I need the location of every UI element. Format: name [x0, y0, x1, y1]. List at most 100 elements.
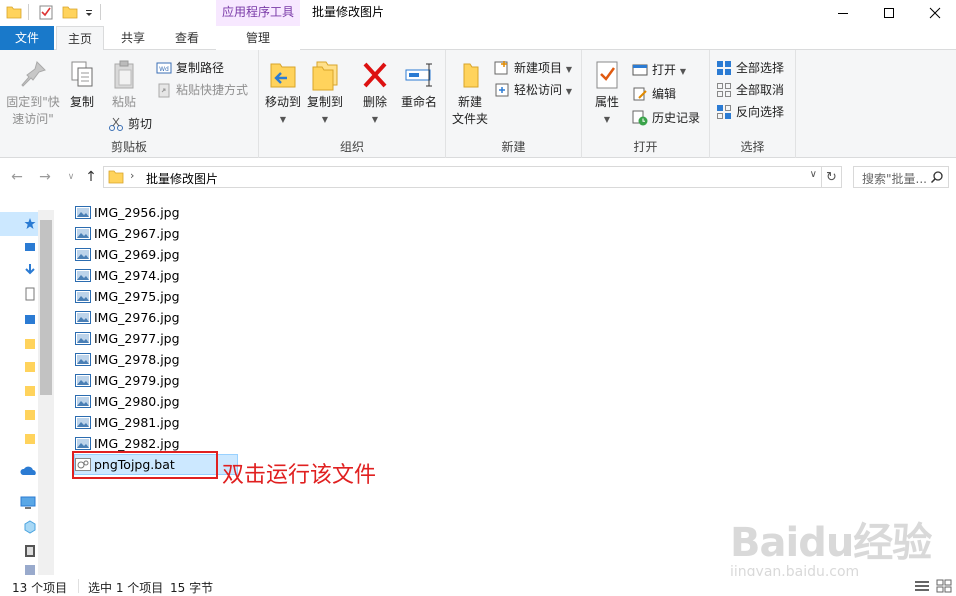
pin-quick-access-button[interactable]: 固定到"快速访问" [4, 58, 62, 128]
list-item[interactable]: IMG_2979.jpg [74, 370, 224, 391]
select-none-button[interactable]: 全部取消 [716, 80, 784, 100]
search-icon[interactable] [930, 170, 944, 184]
properties-icon [591, 58, 623, 92]
move-to-button[interactable]: 移动到 ▼ [263, 58, 303, 128]
list-item[interactable]: IMG_2975.jpg [74, 286, 224, 307]
desktop-icon[interactable] [24, 241, 36, 255]
folder-icon[interactable] [6, 4, 22, 20]
scissors-icon [109, 117, 123, 131]
paste-shortcut-button[interactable]: 粘贴快捷方式 [156, 80, 248, 100]
cut-button[interactable]: 剪切 [108, 114, 152, 134]
list-item[interactable]: IMG_2978.jpg [74, 349, 224, 370]
image-file-icon [75, 395, 91, 408]
folder-icon[interactable] [24, 337, 36, 351]
list-item[interactable]: IMG_2969.jpg [74, 244, 224, 265]
address-bar[interactable]: › 批量修改图片 ∨ [103, 166, 822, 188]
customize-toolbar-icon[interactable] [84, 4, 94, 20]
select-all-button[interactable]: 全部选择 [716, 58, 784, 78]
pin-label: 固定到"快速访问" [6, 95, 60, 126]
picture-icon[interactable] [24, 313, 36, 327]
folder-icon[interactable] [24, 408, 36, 422]
title-bar: 应用程序工具 批量修改图片 [0, 0, 956, 26]
tab-share[interactable]: 共享 [108, 26, 158, 50]
tab-view[interactable]: 查看 [162, 26, 212, 50]
address-path[interactable]: 批量修改图片 [146, 170, 218, 187]
cube-icon[interactable] [24, 520, 36, 534]
new-item-icon [494, 61, 508, 75]
select-all-label: 全部选择 [736, 61, 785, 75]
back-button[interactable]: ← [8, 168, 26, 186]
rename-button[interactable]: 重命名 [397, 58, 441, 111]
minimize-button[interactable] [820, 0, 866, 26]
list-item[interactable]: IMG_2976.jpg [74, 307, 224, 328]
minimize-icon [838, 13, 848, 14]
close-icon [929, 7, 941, 19]
history-button[interactable]: 历史记录 [632, 108, 700, 128]
copy-path-button[interactable]: Wd 复制路径 [156, 58, 224, 78]
tab-manage[interactable]: 管理 [216, 26, 300, 50]
nav-pane-scrollbar[interactable] [38, 210, 54, 575]
folder-icon[interactable] [24, 360, 36, 374]
chevron-down-icon[interactable]: ∨ [810, 169, 817, 180]
new-item-button[interactable]: 新建项目 ▼ [494, 58, 572, 78]
list-item[interactable]: IMG_2977.jpg [74, 328, 224, 349]
copy-label: 复制 [69, 95, 94, 109]
maximize-button[interactable] [866, 0, 912, 26]
download-icon[interactable] [24, 263, 36, 277]
properties-icon[interactable] [38, 4, 54, 20]
copy-to-label: 复制到 [306, 95, 343, 109]
copy-path-label: 复制路径 [176, 61, 225, 75]
list-item[interactable]: IMG_2974.jpg [74, 265, 224, 286]
recent-locations-button[interactable]: ∨ [62, 168, 80, 186]
copy-to-button[interactable]: 复制到 ▼ [305, 58, 345, 128]
rename-icon [403, 58, 435, 92]
forward-button[interactable]: → [36, 168, 54, 186]
paste-icon [108, 58, 140, 92]
file-name: IMG_2982.jpg [94, 436, 180, 451]
list-item[interactable]: IMG_2980.jpg [74, 391, 224, 412]
video-icon[interactable] [24, 544, 36, 558]
star-icon[interactable] [24, 217, 36, 231]
edit-icon [633, 87, 647, 101]
invert-selection-icon [717, 105, 731, 119]
paste-button[interactable]: 粘贴 [104, 58, 144, 111]
copy-button[interactable]: 复制 [64, 58, 100, 111]
list-item[interactable]: IMG_2981.jpg [74, 412, 224, 433]
folder-icon[interactable] [24, 432, 36, 446]
group-label-open: 打开 [633, 140, 658, 154]
list-item[interactable]: IMG_2956.jpg [74, 202, 224, 223]
folder-icon[interactable] [24, 384, 36, 398]
scrollbar-thumb[interactable] [40, 220, 52, 395]
chevron-down-icon: ▼ [279, 115, 287, 124]
refresh-button[interactable]: ↻ [822, 166, 842, 188]
chevron-right-icon[interactable]: › [130, 169, 134, 182]
tab-file[interactable]: 文件 [0, 26, 54, 50]
close-button[interactable] [912, 0, 956, 26]
new-folder-button[interactable]: 新建 文件夹 [450, 58, 490, 128]
easy-access-label: 轻松访问 [514, 83, 563, 97]
file-name: IMG_2956.jpg [94, 205, 180, 220]
tab-home[interactable]: 主页 [56, 26, 104, 51]
invert-selection-button[interactable]: 反向选择 [716, 102, 784, 122]
document-icon[interactable] [24, 287, 36, 301]
ribbon-tabs: 文件 主页 共享 查看 管理 ? [0, 26, 956, 69]
chevron-down-icon: ▼ [679, 67, 686, 76]
large-icons-view-icon[interactable] [936, 579, 952, 593]
watermark: Baidu经验 jingyan.baidu.com [730, 510, 932, 580]
onedrive-icon[interactable] [20, 464, 38, 478]
list-item[interactable]: IMG_2967.jpg [74, 223, 224, 244]
easy-access-button[interactable]: 轻松访问 ▼ [494, 80, 572, 100]
properties-button[interactable]: 属性 ▼ [590, 58, 624, 128]
this-pc-icon[interactable] [20, 496, 36, 510]
open-button[interactable]: 打开 ▼ [632, 60, 686, 80]
edit-button[interactable]: 编辑 [632, 84, 676, 104]
open-label: 打开 [652, 63, 677, 77]
open-icon [632, 64, 648, 76]
divider [78, 579, 79, 593]
details-view-icon[interactable] [914, 579, 930, 593]
search-input[interactable]: 搜索"批量... [853, 166, 949, 188]
new-folder-icon[interactable] [62, 4, 78, 20]
chevron-down-icon: ▼ [565, 65, 572, 74]
up-button[interactable]: ↑ [82, 168, 100, 186]
delete-button[interactable]: 删除 ▼ [357, 58, 393, 128]
